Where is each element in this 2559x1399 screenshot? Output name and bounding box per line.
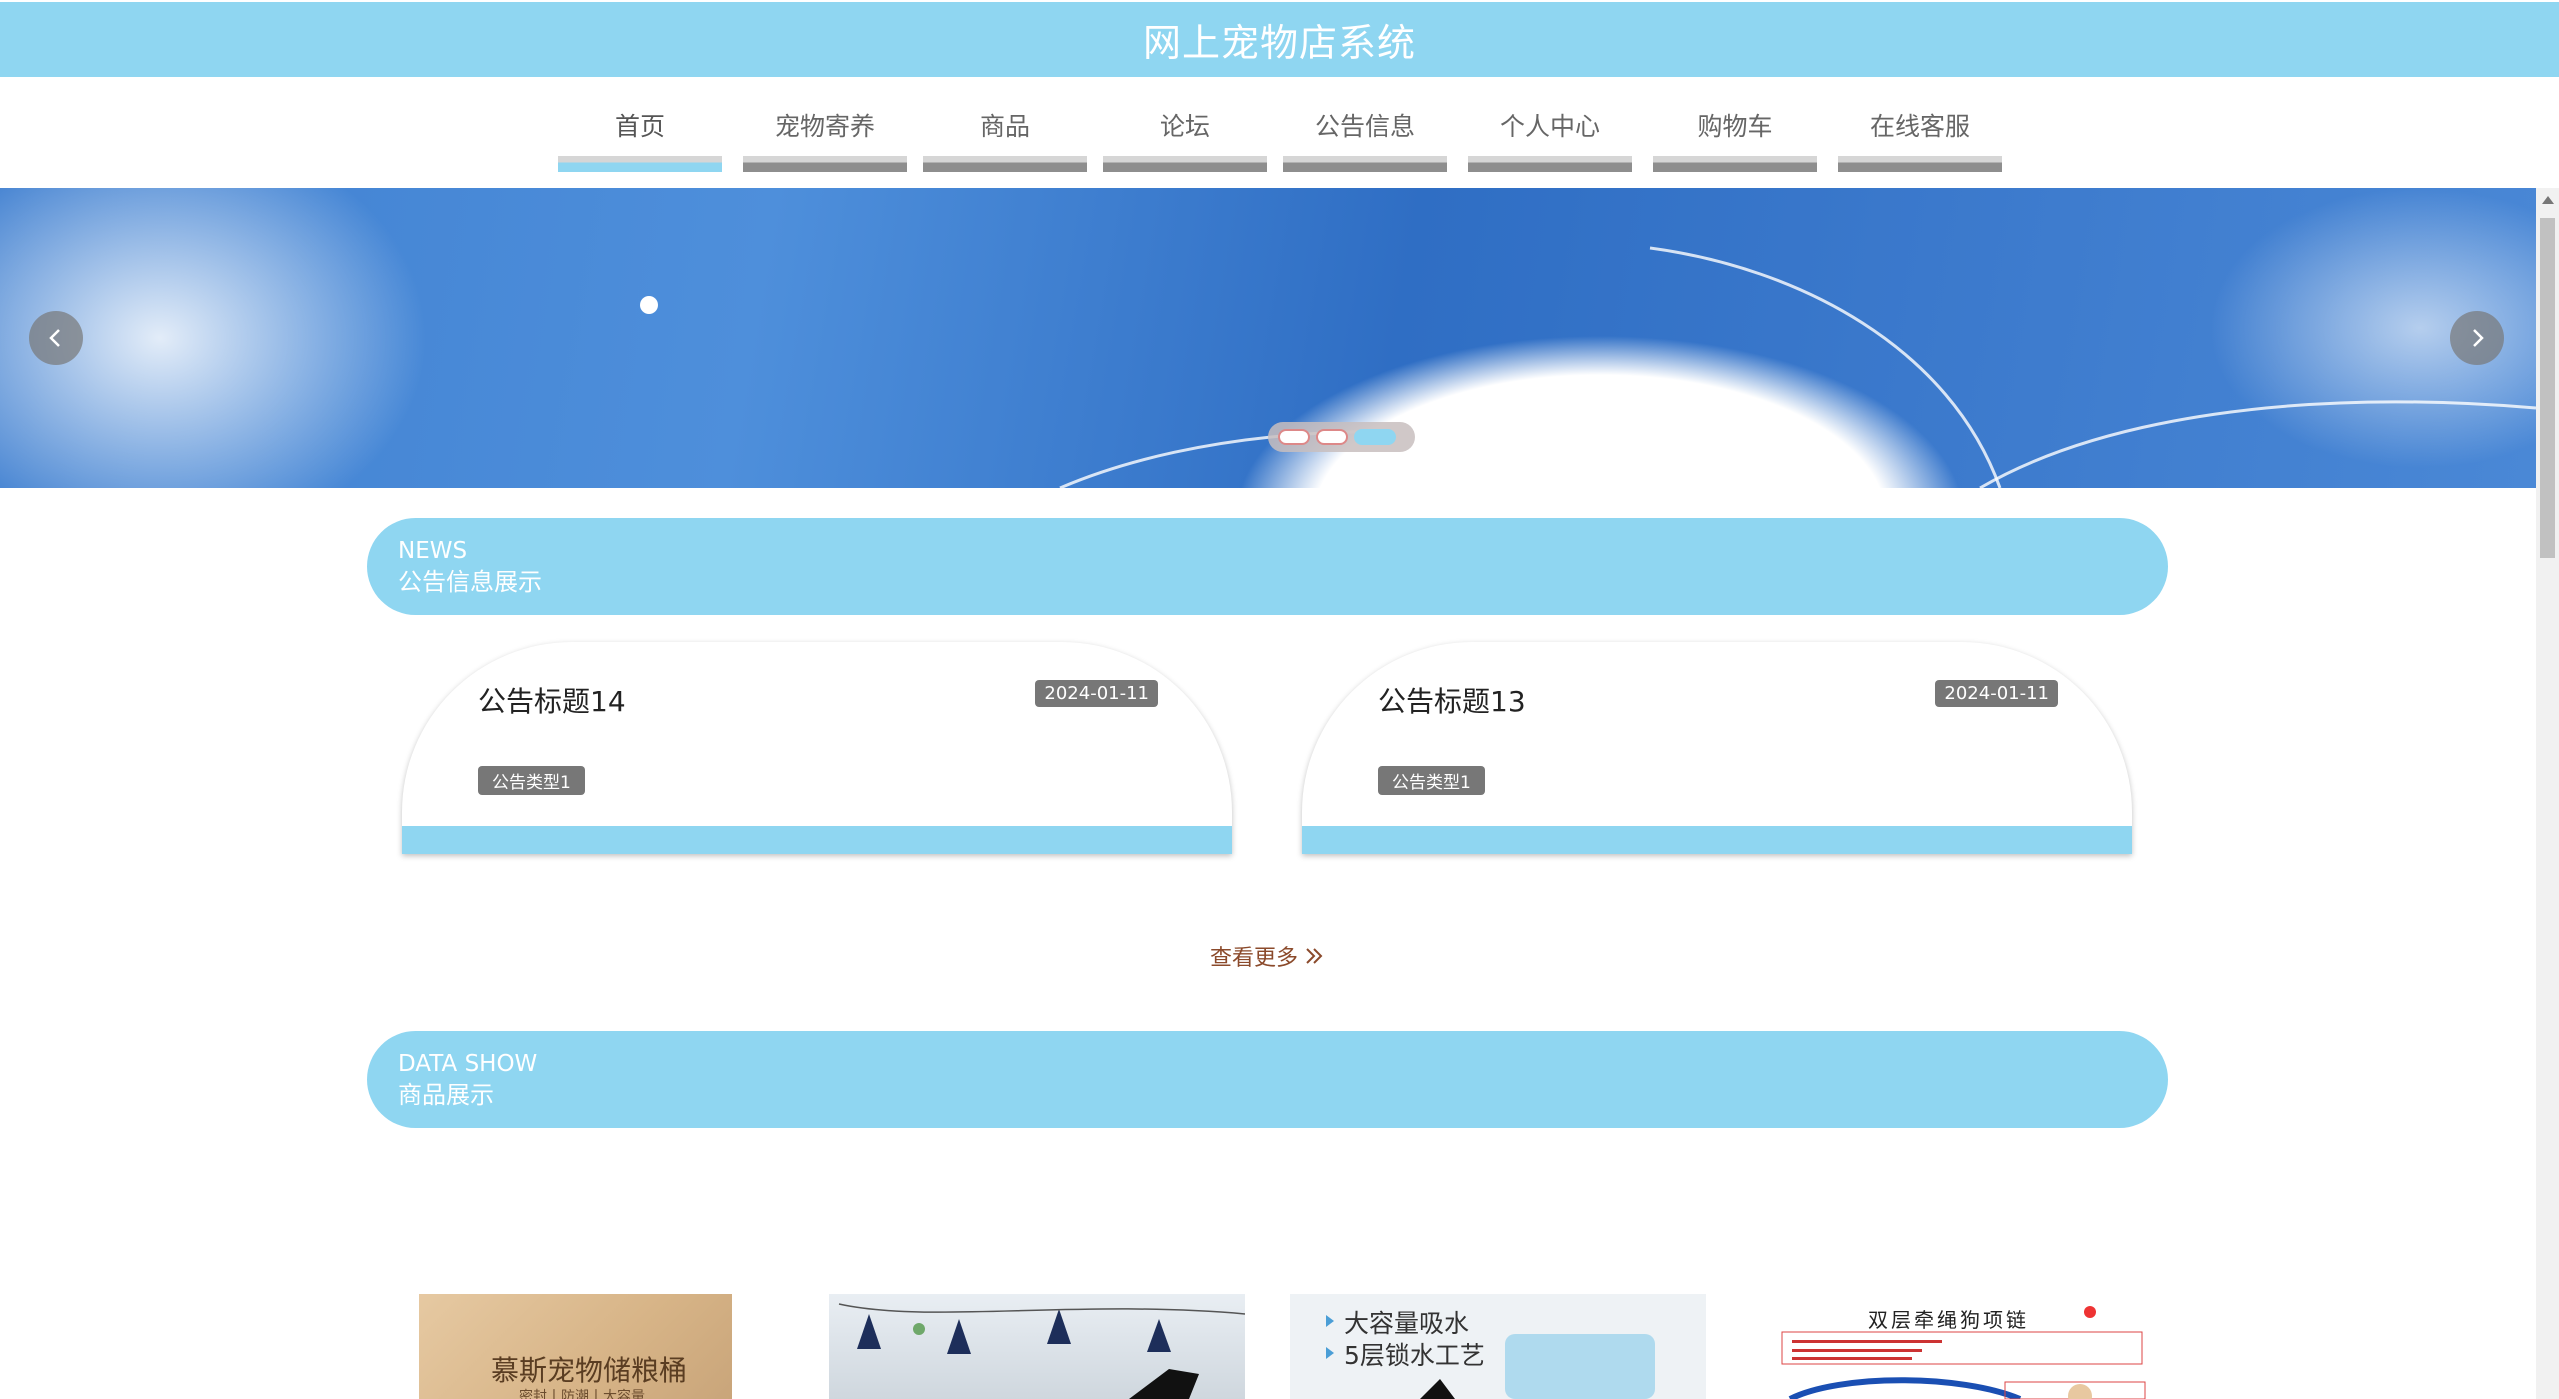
notice-type-badge: 公告类型1 bbox=[1378, 766, 1485, 795]
scrollbar-thumb[interactable] bbox=[2540, 218, 2555, 558]
double-chevron-right-icon bbox=[1306, 948, 1323, 964]
nav-item-cart[interactable]: 购物车 bbox=[1653, 100, 1817, 172]
nav-item-underline bbox=[743, 156, 907, 172]
product-card[interactable] bbox=[829, 1294, 1245, 1399]
nav-item-label: 在线客服 bbox=[1869, 112, 1970, 141]
notice-card-footer-bar bbox=[402, 826, 1232, 854]
news-section-cn-title: 公告信息展示 bbox=[398, 567, 542, 596]
product-card[interactable]: 大容量吸水 5层锁水工艺 bbox=[1290, 1294, 1706, 1399]
nav-item-label: 个人中心 bbox=[1499, 112, 1600, 141]
nav-item-forum[interactable]: 论坛 bbox=[1103, 100, 1267, 172]
site-title: 网上宠物店系统 bbox=[1142, 21, 1416, 65]
banner-prev-button[interactable] bbox=[29, 311, 83, 365]
notice-card[interactable]: 公告标题14 2024-01-11 公告类型1 bbox=[402, 642, 1232, 854]
view-more-link[interactable]: 查看更多 bbox=[1210, 940, 1324, 972]
view-more-label: 查看更多 bbox=[1210, 946, 1299, 971]
notice-card-footer-bar bbox=[1302, 826, 2132, 854]
nav-item-underline bbox=[1103, 156, 1267, 172]
notice-title: 公告标题14 bbox=[478, 685, 626, 718]
product-image bbox=[1781, 1306, 2146, 1399]
product-image-subtext: 密封丨防潮丨大容量 bbox=[519, 1389, 645, 1399]
banner-dot[interactable] bbox=[1316, 429, 1348, 445]
nav-item-goods[interactable]: 商品 bbox=[923, 100, 1087, 172]
notice-title: 公告标题13 bbox=[1378, 685, 1526, 718]
banner-dot[interactable] bbox=[1278, 429, 1310, 445]
notice-date-badge: 2024-01-11 bbox=[1035, 680, 1158, 707]
banner-decoration bbox=[640, 246, 2536, 488]
nav-item-personal-center[interactable]: 个人中心 bbox=[1468, 100, 1632, 172]
notice-type-badge: 公告类型1 bbox=[478, 766, 585, 795]
product-image-text: 慕斯宠物储粮桶 bbox=[491, 1354, 688, 1387]
notice-date-badge: 2024-01-11 bbox=[1935, 680, 2058, 707]
notice-card[interactable]: 公告标题13 2024-01-11 公告类型1 bbox=[1302, 642, 2132, 854]
nav-item-underline bbox=[558, 156, 722, 172]
banner-dot-active[interactable] bbox=[1354, 429, 1396, 445]
product-card[interactable]: 慕斯宠物储粮桶 密封丨防潮丨大容量 bbox=[419, 1294, 732, 1399]
product-image bbox=[838, 1303, 1245, 1399]
chevron-left-icon bbox=[49, 329, 60, 347]
products-section-header: DATA SHOW 商品展示 bbox=[367, 1031, 2168, 1128]
banner-carousel[interactable] bbox=[0, 188, 2536, 488]
news-section-en-title: NEWS bbox=[398, 537, 468, 564]
nav-item-underline bbox=[1468, 156, 1632, 172]
nav-item-notices[interactable]: 公告信息 bbox=[1283, 100, 1447, 172]
banner-pagination bbox=[1268, 422, 1415, 452]
nav-item-online-service[interactable]: 在线客服 bbox=[1838, 100, 2002, 172]
page-scrollbar[interactable] bbox=[2536, 188, 2559, 1399]
main-nav: 首页 宠物寄养 商品 论坛 公告信息 个人中心 购物车 在线客服 bbox=[558, 100, 2008, 172]
nav-item-label: 商品 bbox=[979, 112, 1030, 141]
nav-item-label: 购物车 bbox=[1697, 112, 1773, 141]
banner-next-button[interactable] bbox=[2450, 311, 2504, 365]
nav-item-label: 首页 bbox=[614, 112, 665, 141]
scroll-up-arrow-icon[interactable] bbox=[2542, 196, 2554, 204]
nav-item-underline bbox=[923, 156, 1087, 172]
nav-item-label: 公告信息 bbox=[1314, 112, 1415, 141]
nav-item-home[interactable]: 首页 bbox=[558, 100, 722, 172]
nav-item-underline bbox=[1838, 156, 2002, 172]
chevron-right-icon bbox=[2473, 329, 2484, 347]
site-header: 网上宠物店系统 bbox=[0, 0, 2559, 77]
nav-item-pet-boarding[interactable]: 宠物寄养 bbox=[743, 100, 907, 172]
products-section-en-title: DATA SHOW bbox=[398, 1050, 538, 1077]
product-card[interactable]: 双层牵绳狗项链 bbox=[1780, 1294, 2152, 1399]
nav-item-label: 宠物寄养 bbox=[774, 112, 875, 141]
product-image bbox=[1420, 1334, 1655, 1399]
nav-item-underline bbox=[1283, 156, 1447, 172]
products-section-cn-title: 商品展示 bbox=[398, 1080, 494, 1109]
news-section-header: NEWS 公告信息展示 bbox=[367, 518, 2168, 615]
nav-item-underline bbox=[1653, 156, 1817, 172]
nav-item-label: 论坛 bbox=[1159, 112, 1210, 141]
